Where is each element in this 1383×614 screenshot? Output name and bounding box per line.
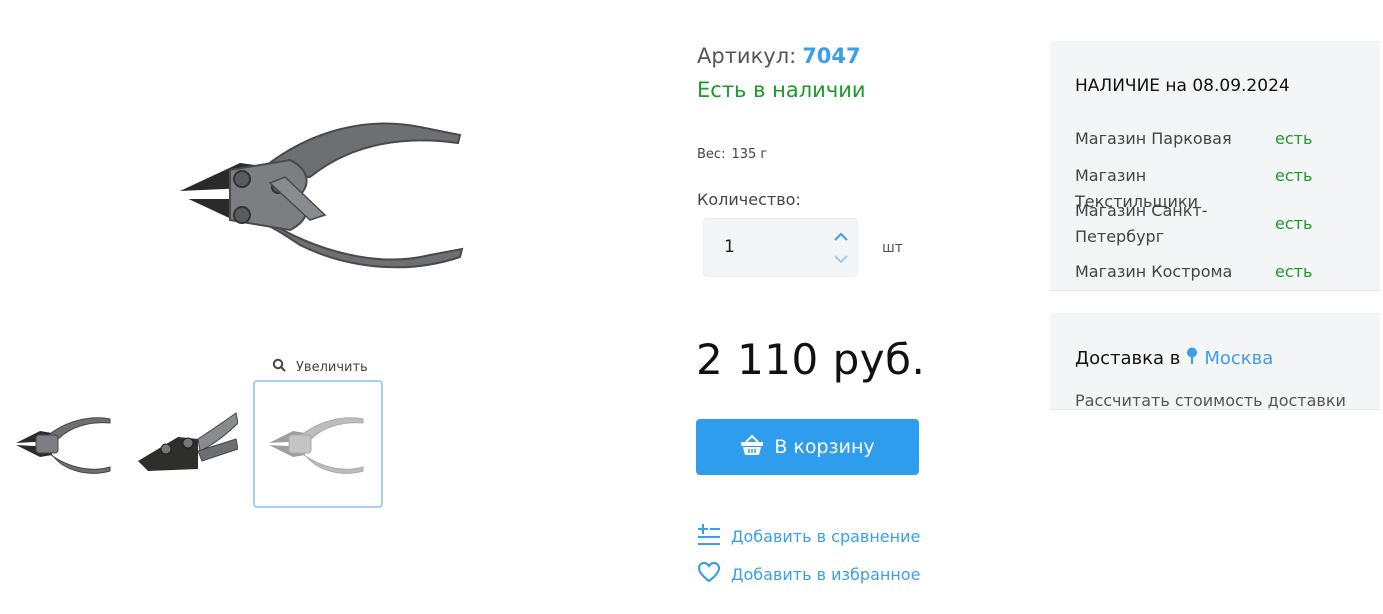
store-name: Магазин Кострома	[1075, 262, 1233, 281]
availability-title: НАЛИЧИЕ на 08.09.2024	[1075, 76, 1290, 96]
quantity-input[interactable]: 1	[724, 237, 735, 257]
store-row: Магазин Кострома есть	[1075, 259, 1355, 285]
delivery-title: Доставка в Москва	[1075, 347, 1273, 370]
quantity-stepper[interactable]: 1	[703, 218, 858, 277]
weight-line: Вес: 135 г	[697, 147, 767, 162]
store-row: Магазин Текстильщики есть	[1075, 163, 1355, 211]
product-thumbnail[interactable]	[0, 380, 130, 508]
article-number: 7047	[802, 44, 861, 68]
product-main-image[interactable]	[160, 95, 490, 295]
add-to-cart-label: В корзину	[774, 436, 875, 458]
basket-icon	[740, 434, 764, 461]
chevron-up-icon[interactable]	[833, 229, 849, 243]
search-icon	[272, 358, 286, 376]
product-thumbnail[interactable]	[118, 380, 238, 508]
weight-value: 135 г	[731, 147, 768, 162]
zoom-label: Увеличить	[296, 359, 368, 375]
add-to-favorites-link[interactable]: Добавить в избранное	[697, 561, 920, 587]
calculate-delivery-link[interactable]: Рассчитать стоимость доставки	[1075, 391, 1346, 410]
product-price: 2 110 руб.	[696, 335, 926, 384]
add-to-compare-label: Добавить в сравнение	[731, 526, 921, 546]
location-pin-icon	[1186, 347, 1198, 370]
add-to-compare-link[interactable]: Добавить в сравнение	[697, 522, 920, 550]
heart-icon	[697, 561, 721, 587]
compare-icon	[697, 522, 721, 550]
store-name: Магазин Санкт-Петербург	[1075, 201, 1208, 246]
add-to-cart-button[interactable]: В корзину	[696, 419, 919, 475]
store-status: есть	[1275, 129, 1313, 148]
delivery-panel: Доставка в Москва Рассчитать стоимость д…	[1050, 313, 1380, 410]
article-label: Артикул:	[697, 44, 797, 68]
store-row: Магазин Санкт-Петербург есть	[1075, 198, 1355, 250]
store-name: Магазин Парковая	[1075, 129, 1232, 148]
availability-panel: НАЛИЧИЕ на 08.09.2024 Магазин Парковая е…	[1050, 41, 1380, 291]
delivery-city-link[interactable]: Москва	[1204, 348, 1273, 369]
store-status: есть	[1275, 214, 1313, 233]
delivery-label: Доставка в	[1075, 348, 1181, 369]
store-row: Магазин Парковая есть	[1075, 126, 1355, 152]
quantity-label: Количество:	[697, 190, 801, 209]
add-to-favorites-label: Добавить в избранное	[731, 564, 921, 584]
store-status: есть	[1275, 262, 1313, 281]
weight-label: Вес:	[697, 147, 726, 162]
stock-status: Есть в наличии	[697, 78, 866, 102]
store-status: есть	[1275, 166, 1313, 185]
zoom-button[interactable]: Увеличить	[272, 358, 368, 376]
product-thumbnail-selected[interactable]	[253, 380, 383, 508]
quantity-unit: шт	[882, 240, 903, 256]
chevron-down-icon[interactable]	[833, 251, 849, 265]
article-line: Артикул: 7047	[697, 44, 861, 68]
